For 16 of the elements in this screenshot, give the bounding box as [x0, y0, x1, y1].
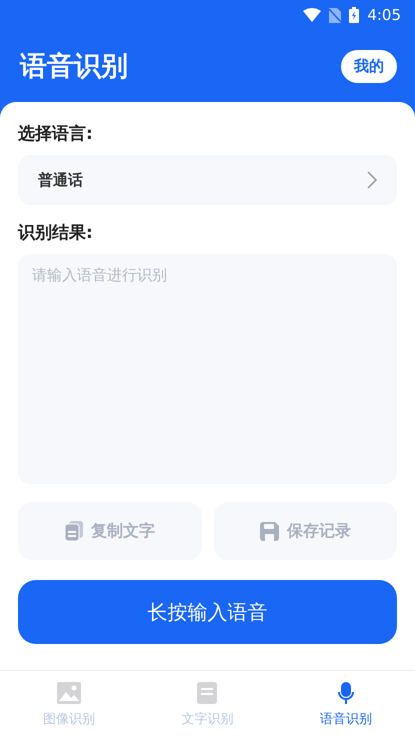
language-selector[interactable]: 普通话 [18, 155, 397, 205]
battery-charging-icon [349, 7, 360, 23]
hold-to-record-button[interactable]: 长按输入语音 [18, 580, 397, 644]
no-sim-icon [329, 8, 342, 22]
profile-button[interactable]: 我的 [341, 50, 397, 82]
page-title: 语音识别 [20, 50, 128, 84]
microphone-icon [338, 682, 354, 704]
field-label: 选择语言: [18, 123, 94, 145]
wifi-icon [303, 8, 322, 22]
result-text-area[interactable]: 请输入语音进行识别 [18, 254, 397, 484]
copy-icon [64, 521, 83, 541]
status-time: 4:05 [367, 6, 401, 24]
image-icon [57, 682, 82, 704]
chevron-right-icon [367, 171, 377, 189]
field-label: 识别结果: [18, 222, 94, 244]
document-icon [197, 682, 218, 704]
